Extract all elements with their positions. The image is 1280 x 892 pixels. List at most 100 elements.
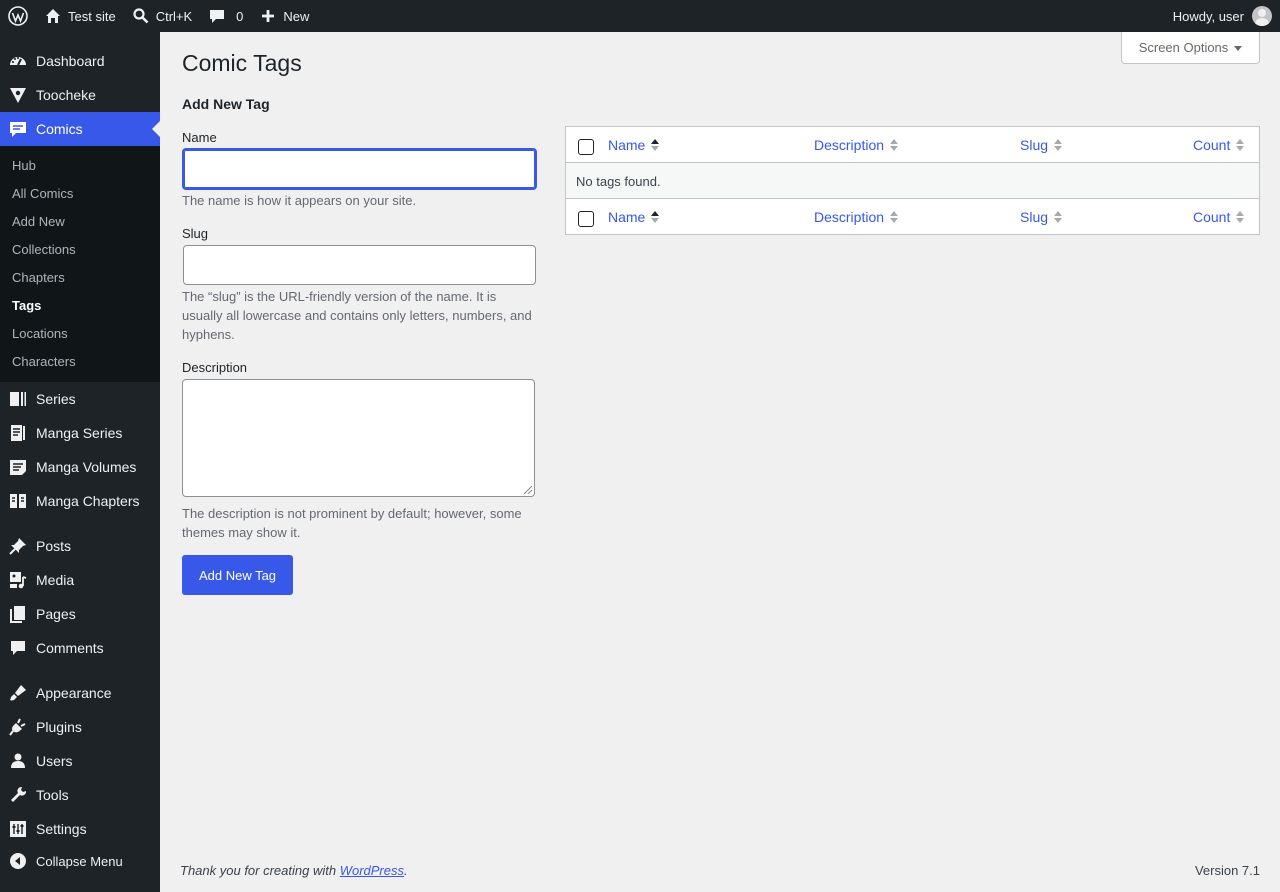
comments-count: 0 — [236, 8, 244, 24]
menu-pages[interactable]: Pages — [0, 597, 160, 631]
comics-submenu: Hub All Comics Add New Collections Chapt… — [0, 146, 160, 382]
site-name-link[interactable]: Test site — [36, 0, 124, 32]
page-title: Comic Tags — [182, 50, 302, 76]
screen-options-button[interactable]: Screen Options — [1121, 32, 1260, 64]
submenu-collections[interactable]: Collections — [12, 239, 76, 259]
column-footer-slug[interactable]: Slug — [1020, 199, 1063, 235]
comments-link[interactable]: 0 — [200, 0, 251, 32]
menu-comments[interactable]: Comments — [0, 631, 160, 665]
name-help-text: The name is how it appears on your site. — [182, 193, 417, 208]
menu-label: Toocheke — [36, 87, 96, 103]
slug-help-text: The “slug” is the URL-friendly version o… — [182, 289, 532, 342]
submenu-characters[interactable]: Characters — [12, 351, 76, 371]
menu-label: Manga Chapters — [36, 493, 140, 509]
menu-media[interactable]: Media — [0, 563, 160, 597]
command-palette-button[interactable]: Ctrl+K — [124, 0, 200, 32]
toocheke-icon — [10, 88, 26, 103]
menu-label: Manga Series — [36, 425, 123, 441]
submenu-hub[interactable]: Hub — [12, 155, 36, 175]
submenu-tags[interactable]: Tags — [12, 295, 41, 315]
submenu-locations[interactable]: Locations — [12, 323, 68, 343]
submenu-all-comics[interactable]: All Comics — [12, 183, 73, 203]
menu-plugins[interactable]: Plugins — [0, 710, 160, 744]
manga-volumes-icon — [10, 460, 26, 475]
slug-input[interactable] — [183, 245, 536, 285]
table-footer-row: Name Description Slug Count — [566, 199, 1259, 234]
manga-chapters-icon — [10, 494, 26, 508]
site-name-label: Test site — [68, 8, 116, 24]
menu-label: Pages — [36, 606, 76, 622]
menu-settings[interactable]: Settings — [0, 812, 160, 846]
search-shortcut-label: Ctrl+K — [155, 8, 193, 24]
name-input[interactable] — [182, 148, 537, 190]
slug-label: Slug — [182, 226, 209, 241]
column-label: Description — [814, 209, 885, 225]
menu-manga-series[interactable]: Manga Series — [0, 416, 160, 450]
comment-icon — [11, 641, 25, 655]
table-header-row: Name Description Slug Count — [566, 127, 1259, 163]
menu-label: Media — [36, 572, 75, 588]
avatar — [1252, 6, 1272, 26]
brush-icon — [10, 685, 26, 701]
settings-icon — [10, 821, 26, 837]
description-textarea[interactable] — [182, 379, 535, 497]
menu-label: Manga Volumes — [36, 459, 137, 475]
footer-version: Version 7.1 — [1194, 863, 1260, 878]
column-header-name[interactable]: Name — [608, 127, 660, 163]
sort-icon — [1054, 211, 1063, 223]
add-new-tag-heading: Add New Tag — [182, 96, 270, 112]
column-footer-name[interactable]: Name — [608, 199, 660, 235]
wordpress-logo-button[interactable] — [0, 0, 36, 32]
no-tags-message: No tags found. — [576, 173, 661, 189]
add-new-tag-button[interactable]: Add New Tag — [182, 555, 293, 595]
sort-icon — [1236, 139, 1245, 151]
footer-thanks-suffix: . — [404, 863, 408, 878]
plus-icon — [262, 10, 275, 22]
menu-label: Comics — [36, 121, 83, 137]
menu-label: Comments — [36, 640, 104, 656]
column-footer-description[interactable]: Description — [814, 199, 899, 235]
tags-table: Name Description Slug Count No tags foun… — [565, 126, 1260, 235]
menu-series[interactable]: Series — [0, 382, 160, 416]
select-all-checkbox[interactable] — [578, 139, 594, 155]
comics-icon — [10, 122, 26, 137]
collapse-menu-button[interactable]: Collapse Menu — [0, 844, 160, 878]
column-footer-count[interactable]: Count — [1193, 199, 1245, 235]
dashboard-icon — [10, 57, 26, 66]
wordpress-logo-icon — [8, 6, 28, 26]
menu-label: Plugins — [36, 719, 82, 735]
resize-handle-icon[interactable] — [524, 486, 532, 494]
menu-manga-chapters[interactable]: Manga Chapters — [0, 484, 160, 518]
media-icon — [10, 572, 27, 589]
description-label: Description — [182, 360, 248, 375]
menu-users[interactable]: Users — [0, 744, 160, 778]
description-help-text: The description is not prominent by defa… — [182, 506, 522, 540]
series-icon — [10, 392, 26, 406]
submenu-chapters[interactable]: Chapters — [12, 267, 65, 287]
manga-series-icon — [11, 425, 25, 441]
menu-tools[interactable]: Tools — [0, 778, 160, 812]
select-all-checkbox-footer[interactable] — [578, 211, 594, 227]
menu-posts[interactable]: Posts — [0, 529, 160, 563]
admin-sidebar: Dashboard Toocheke Comics Hub All Comics… — [0, 32, 160, 892]
menu-dashboard[interactable]: Dashboard — [0, 44, 160, 78]
menu-appearance[interactable]: Appearance — [0, 676, 160, 710]
menu-comics[interactable]: Comics — [0, 112, 160, 146]
column-label: Slug — [1020, 137, 1049, 153]
menu-toocheke[interactable]: Toocheke — [0, 78, 160, 112]
footer-thanks: Thank you for creating with WordPress. — [180, 863, 408, 878]
user-icon — [11, 753, 25, 768]
column-label: Name — [608, 209, 646, 225]
column-header-count[interactable]: Count — [1193, 127, 1245, 163]
menu-manga-volumes[interactable]: Manga Volumes — [0, 450, 160, 484]
column-label: Slug — [1020, 209, 1049, 225]
column-header-description[interactable]: Description — [814, 127, 899, 163]
new-content-button[interactable]: New — [251, 0, 317, 32]
collapse-menu-label: Collapse Menu — [36, 853, 123, 869]
column-header-slug[interactable]: Slug — [1020, 127, 1063, 163]
sort-icon — [890, 139, 899, 151]
admin-bar: Test site Ctrl+K 0 New Howdy, user — [0, 0, 1280, 32]
my-account-menu[interactable]: Howdy, user — [1165, 0, 1280, 32]
submenu-add-new[interactable]: Add New — [12, 211, 65, 231]
wordpress-link[interactable]: WordPress — [340, 863, 404, 878]
